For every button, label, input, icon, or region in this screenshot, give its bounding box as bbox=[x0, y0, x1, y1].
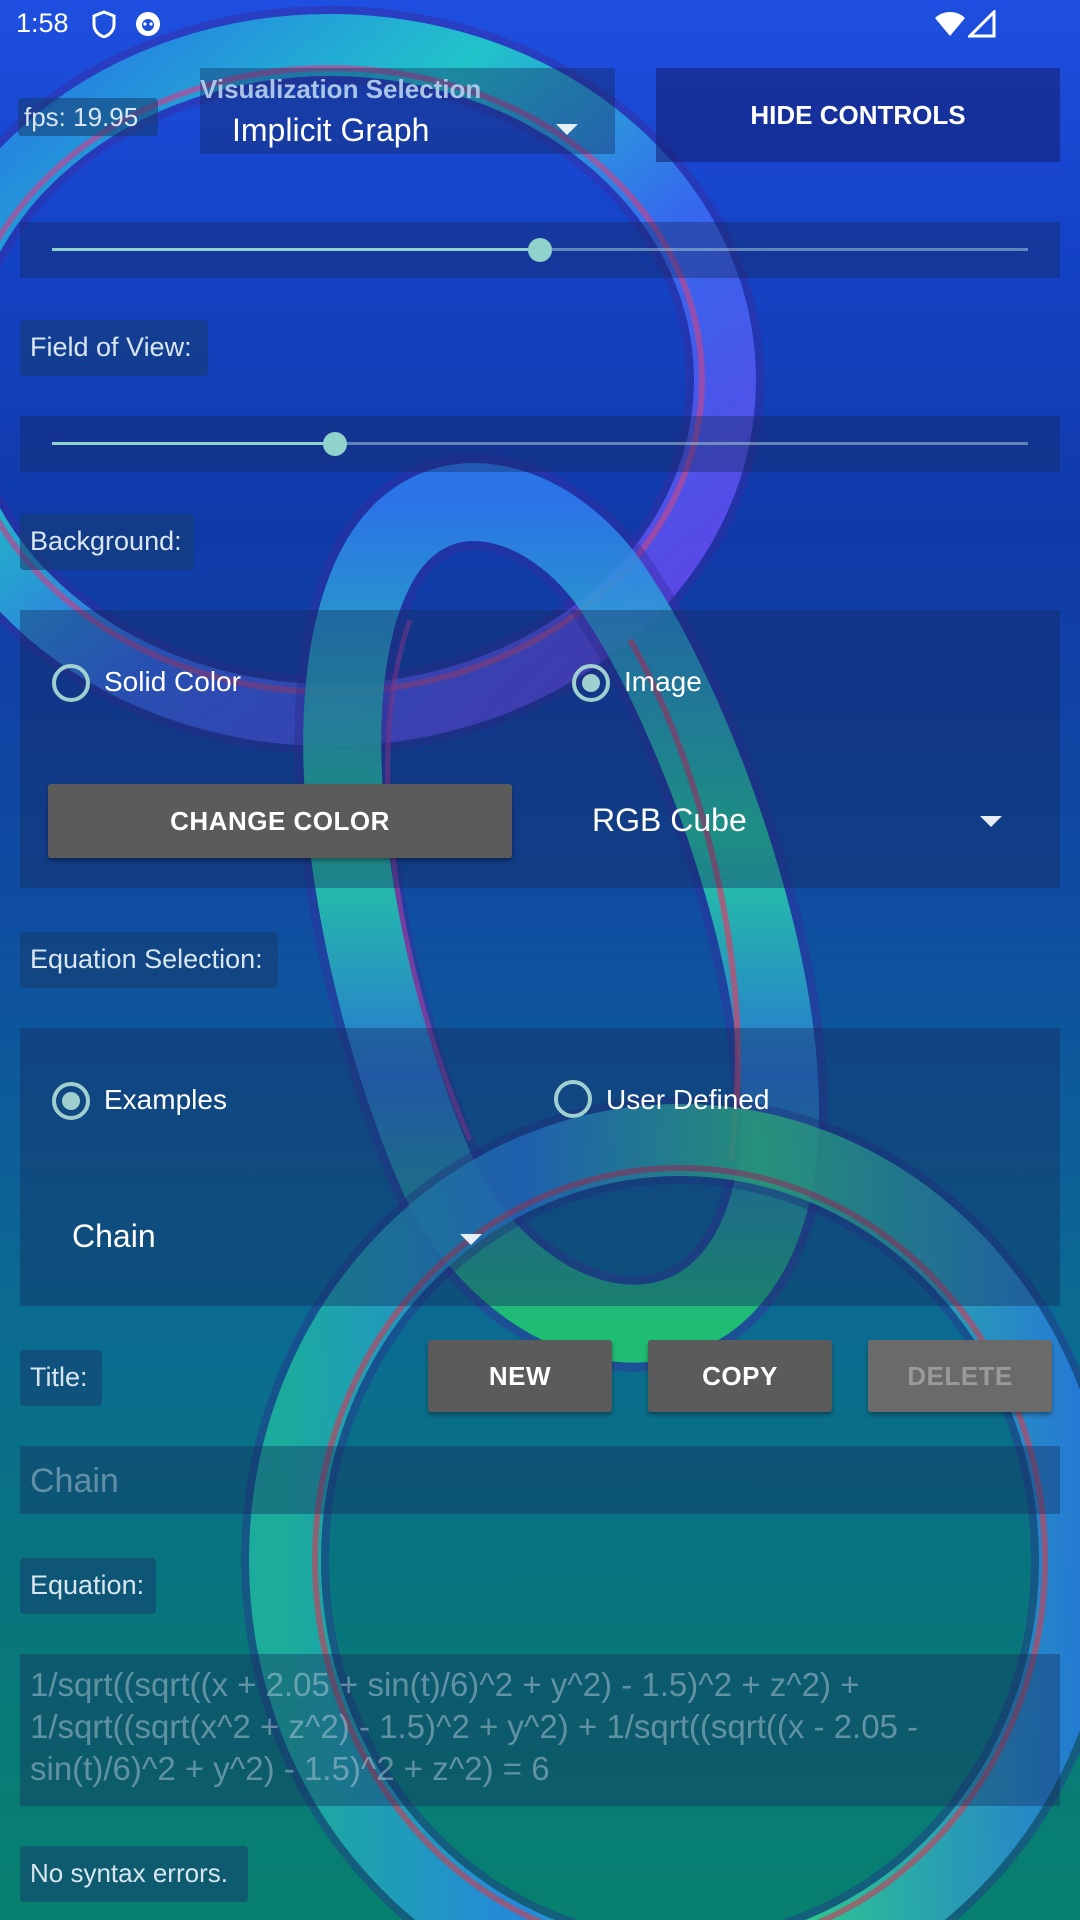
examples-label: Examples bbox=[104, 1084, 227, 1115]
visualization-label: Visualization Selection bbox=[200, 74, 482, 104]
app-badge-icon bbox=[134, 10, 162, 43]
cell-signal-icon bbox=[966, 8, 996, 43]
user-defined-radio[interactable] bbox=[554, 1080, 592, 1118]
image-label: Image bbox=[624, 666, 702, 697]
background-image-value: RGB Cube bbox=[592, 802, 747, 838]
status-time: 1:58 bbox=[16, 8, 69, 38]
solid-color-radio[interactable] bbox=[52, 664, 90, 702]
background-label: Background: bbox=[20, 514, 194, 570]
chevron-down-icon bbox=[556, 124, 578, 135]
chevron-down-icon bbox=[980, 816, 1002, 827]
syntax-status: No syntax errors. bbox=[20, 1846, 248, 1902]
solid-color-label: Solid Color bbox=[104, 666, 241, 697]
equation-selection-label: Equation Selection: bbox=[20, 932, 278, 988]
copy-button[interactable]: COPY bbox=[648, 1340, 832, 1412]
example-dropdown[interactable]: Chain bbox=[40, 1196, 500, 1276]
fov-slider-fill bbox=[52, 442, 335, 445]
slider-thumb-top[interactable] bbox=[528, 238, 552, 262]
equation-input[interactable]: 1/sqrt((sqrt((x + 2.05 + sin(t)/6)^2 + y… bbox=[20, 1654, 1060, 1806]
radio-selected-dot bbox=[62, 1092, 80, 1110]
shield-icon bbox=[92, 10, 116, 43]
radio-selected-dot bbox=[582, 674, 600, 692]
background-image-dropdown[interactable]: RGB Cube bbox=[560, 780, 1020, 860]
chevron-down-icon bbox=[460, 1234, 482, 1245]
fov-slider-thumb[interactable] bbox=[323, 432, 347, 456]
equation-input-value: 1/sqrt((sqrt((x + 2.05 + sin(t)/6)^2 + y… bbox=[30, 1666, 919, 1787]
example-value: Chain bbox=[72, 1218, 156, 1254]
equation-label: Equation: bbox=[20, 1558, 156, 1614]
change-color-button[interactable]: CHANGE COLOR bbox=[48, 784, 512, 858]
fps-counter: fps: 19.95 bbox=[18, 98, 158, 136]
field-of-view-label: Field of View: bbox=[20, 320, 208, 376]
user-defined-label: User Defined bbox=[606, 1084, 770, 1115]
title-label: Title: bbox=[20, 1350, 102, 1406]
visualization-selector[interactable]: Visualization Selection Implicit Graph bbox=[200, 68, 615, 154]
examples-radio[interactable] bbox=[52, 1082, 90, 1120]
hide-controls-button[interactable]: HIDE CONTROLS bbox=[656, 68, 1060, 162]
wifi-icon bbox=[934, 10, 966, 43]
hide-controls-label: HIDE CONTROLS bbox=[750, 100, 966, 130]
new-button[interactable]: NEW bbox=[428, 1340, 612, 1412]
delete-button[interactable]: DELETE bbox=[868, 1340, 1052, 1412]
title-input[interactable]: Chain bbox=[20, 1446, 1060, 1514]
title-input-value: Chain bbox=[30, 1462, 119, 1500]
slider-fill-top bbox=[52, 248, 540, 251]
visualization-value: Implicit Graph bbox=[232, 112, 430, 148]
image-radio[interactable] bbox=[572, 664, 610, 702]
